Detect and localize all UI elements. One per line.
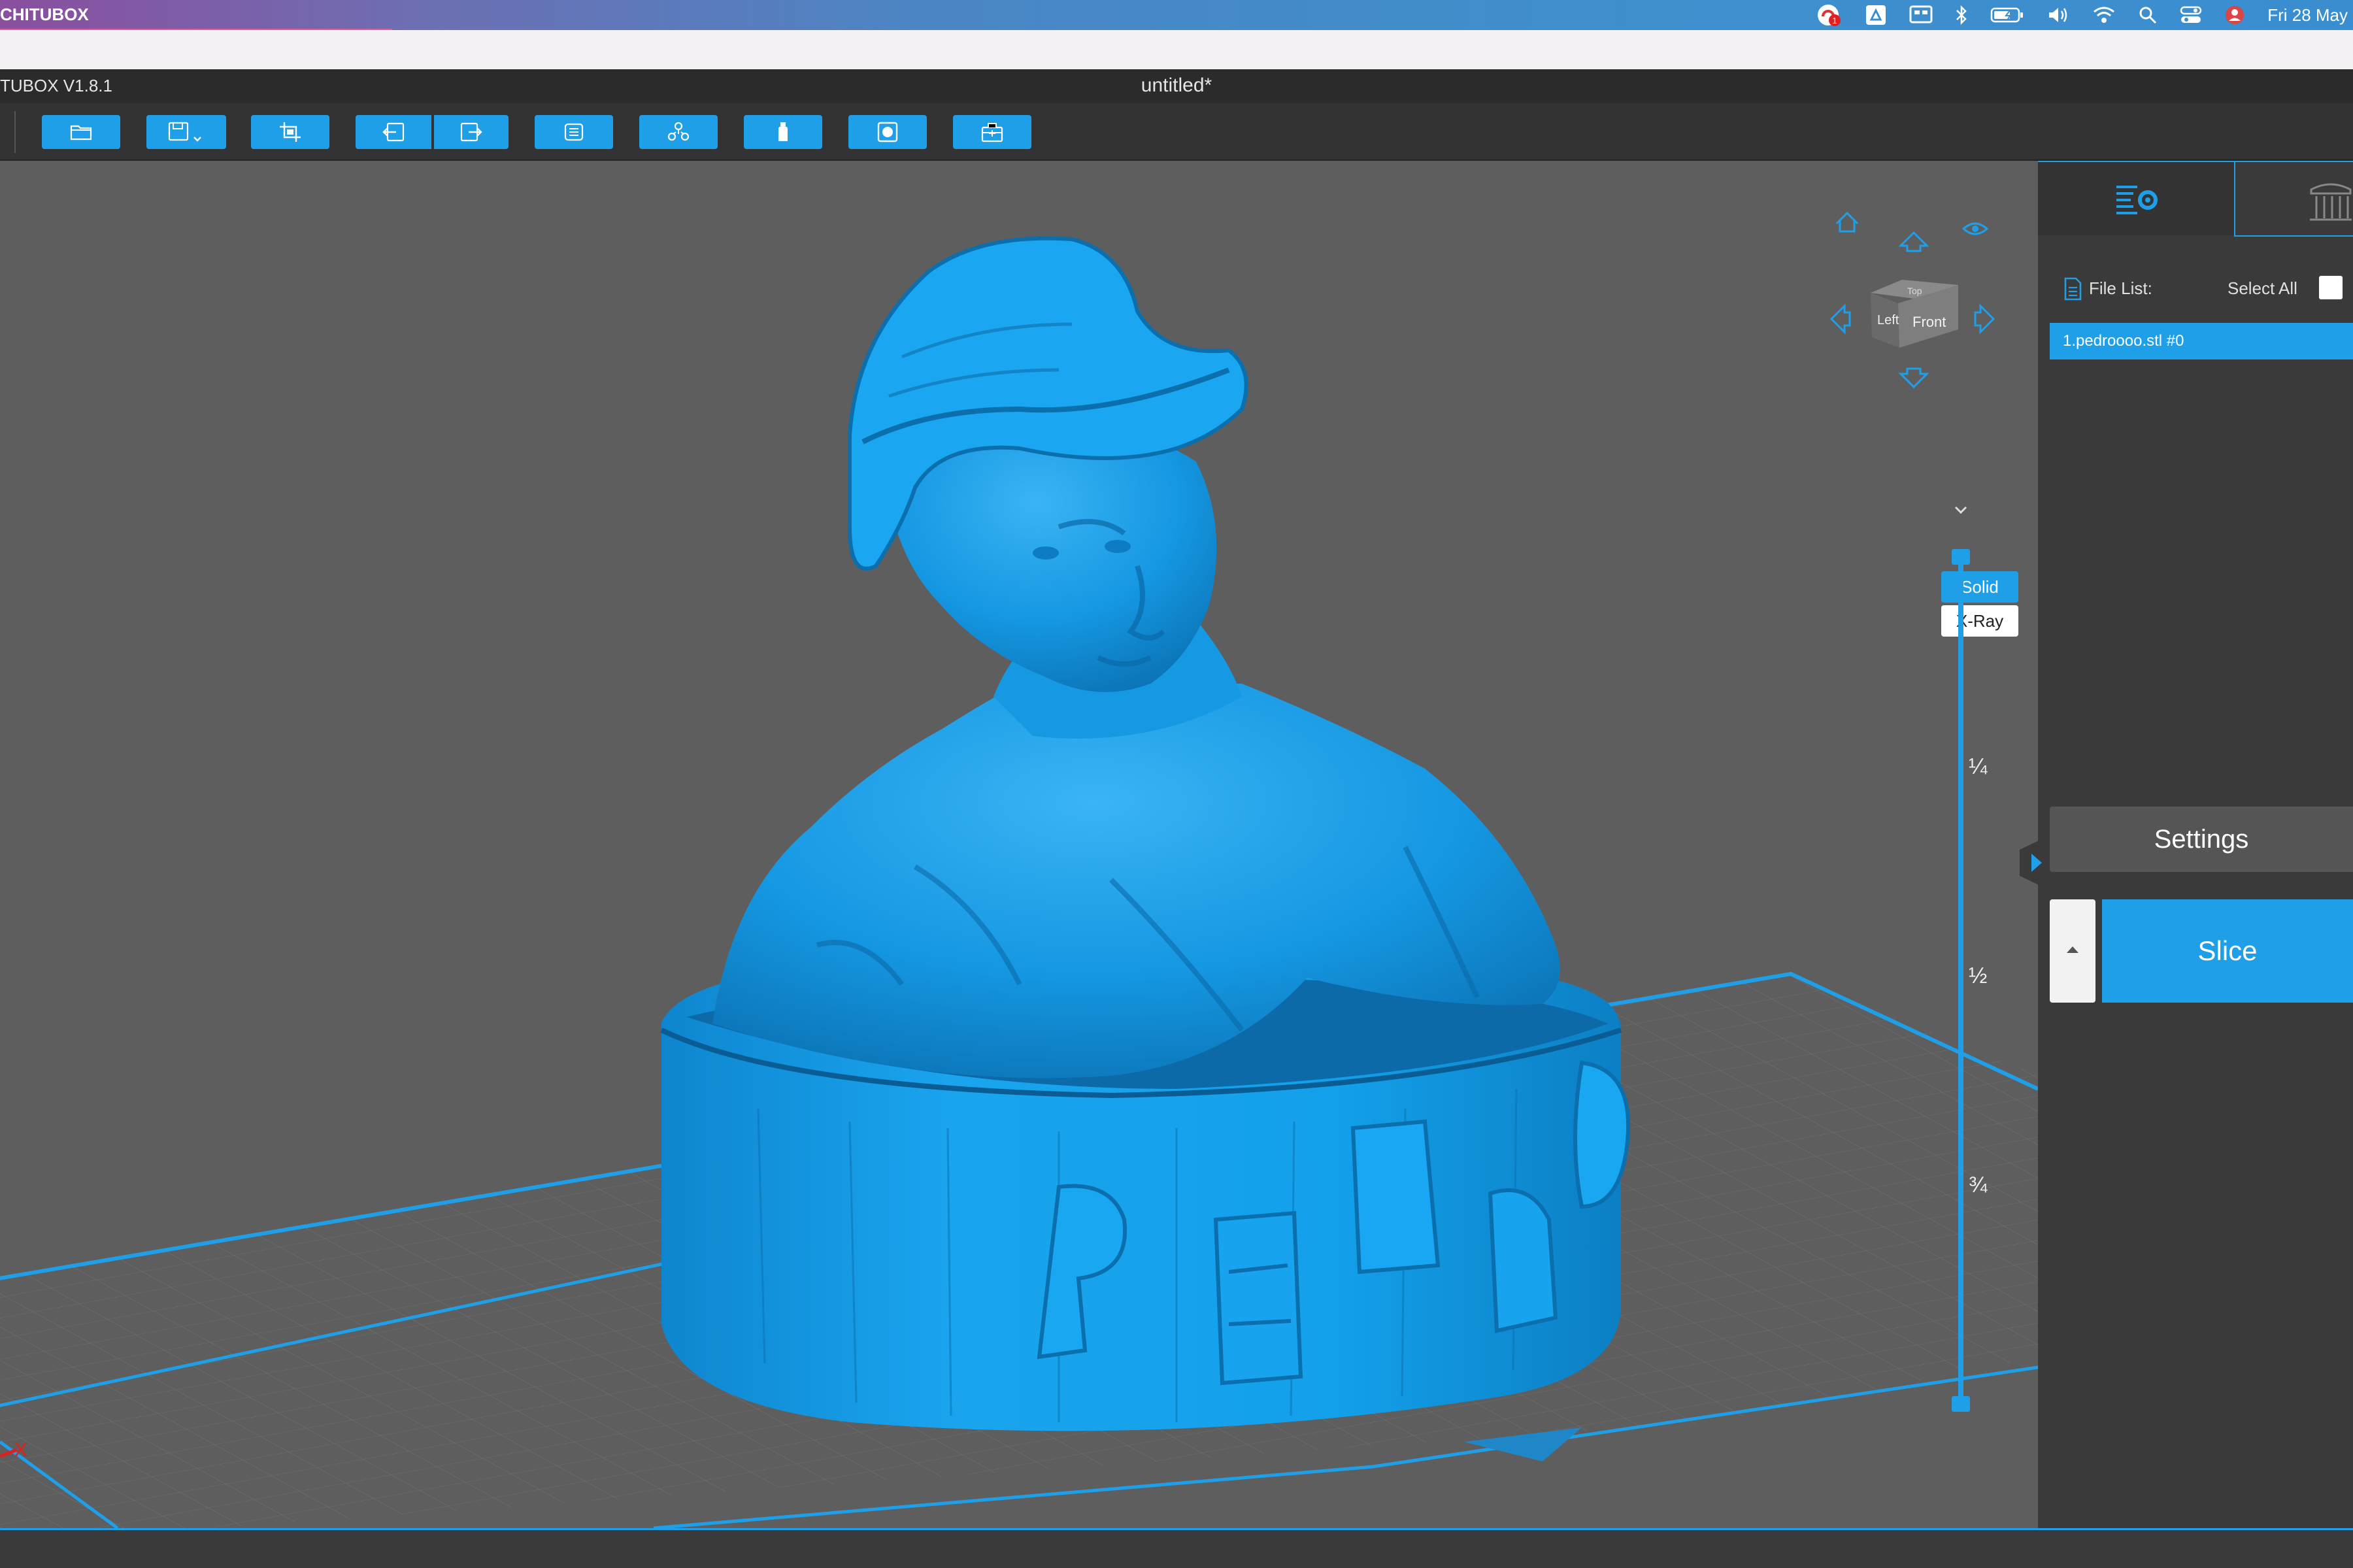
- toolbar-separator: [14, 111, 16, 153]
- supports-button[interactable]: [639, 115, 718, 149]
- package-button[interactable]: [953, 115, 1031, 149]
- slider-top-handle[interactable]: [1952, 549, 1970, 565]
- slider-bottom-handle[interactable]: [1952, 1396, 1970, 1412]
- app-name[interactable]: CHITUBOX: [0, 5, 89, 25]
- clock-date[interactable]: Fri 28 May: [2267, 5, 2348, 25]
- supports-columns-icon: [2310, 183, 2352, 221]
- arrow-right-box-icon: [460, 122, 482, 142]
- slice-button[interactable]: Slice: [2102, 899, 2353, 1003]
- tab-model-settings[interactable]: [2038, 161, 2234, 235]
- folder-icon: [70, 125, 92, 141]
- svg-text:Left: Left: [1877, 313, 1899, 327]
- search-icon[interactable]: [2138, 5, 2158, 25]
- crop-icon: [280, 122, 301, 142]
- control-center-icon[interactable]: [2180, 5, 2202, 25]
- right-panel: File List: Select All 1.pedroooo.stl #0 …: [2020, 161, 2353, 1528]
- drive-icon[interactable]: [1865, 4, 1887, 26]
- layer-mark-quarter: ¼: [1969, 754, 1988, 779]
- bluetooth-icon[interactable]: [1955, 5, 1968, 25]
- panel-tabs: [2038, 161, 2353, 237]
- save-button[interactable]: [146, 115, 226, 149]
- layer-slider[interactable]: [1943, 501, 1982, 1528]
- eye-icon[interactable]: [1961, 222, 1989, 235]
- panel-collapse-toggle[interactable]: [2016, 837, 2047, 889]
- open-file-button[interactable]: [42, 115, 120, 149]
- bottle-button[interactable]: [744, 115, 822, 149]
- notification-icon[interactable]: 1: [1816, 2, 1843, 28]
- arrow-left-box-icon: [382, 122, 405, 142]
- package-icon: [981, 123, 1003, 142]
- layer-mark-half: ½: [1969, 963, 1988, 988]
- file-icon: [2064, 277, 2082, 301]
- user-icon[interactable]: [2224, 5, 2245, 25]
- scene-canvas: X: [0, 236, 2038, 1528]
- file-list-item[interactable]: 1.pedroooo.stl #0: [2050, 323, 2353, 359]
- system-menubar: CHITUBOX 1 Fri 28 May: [0, 0, 2353, 30]
- file-list-header: File List: Select All: [2055, 276, 2343, 302]
- layer-mark-three-quarter: ¾: [1969, 1173, 1988, 1197]
- hollow-icon: [877, 122, 898, 142]
- chevron-down-icon[interactable]: [1954, 506, 1967, 514]
- select-all-checkbox[interactable]: [2319, 276, 2343, 299]
- view-cube[interactable]: Top Left Front: [1871, 280, 1958, 348]
- layers-icon: [564, 123, 584, 141]
- model-head: [848, 236, 1248, 692]
- crop-button[interactable]: [251, 115, 329, 149]
- hollow-button[interactable]: [848, 115, 927, 149]
- rotate-right-icon[interactable]: [1974, 303, 1995, 335]
- status-tray: 1 Fri 28 May: [1816, 0, 2353, 30]
- window-top-strip: [0, 30, 2353, 69]
- bottle-icon: [778, 122, 788, 141]
- slider-track: [1958, 556, 1963, 1405]
- navigation-cube[interactable]: Top Left Front: [1824, 196, 2013, 392]
- status-bar: [0, 1528, 2353, 1568]
- supports-tree-icon: [667, 122, 690, 141]
- app-titlebar: TUBOX V1.8.1 untitled*: [0, 69, 2353, 103]
- settings-button[interactable]: Settings: [2050, 807, 2353, 872]
- tab-supports[interactable]: [2234, 161, 2353, 237]
- caret-up-icon: [2067, 946, 2078, 953]
- 3d-viewport[interactable]: X Top Left Front Solid X-Ray ¼ ½ ¾: [0, 161, 2038, 1528]
- svg-text:X: X: [14, 1439, 27, 1461]
- display-icon[interactable]: [1909, 5, 1933, 25]
- layers-button[interactable]: [535, 115, 613, 149]
- rotate-down-icon[interactable]: [1898, 367, 1929, 389]
- main-toolbar: [0, 103, 2353, 161]
- home-icon[interactable]: [1835, 211, 1859, 233]
- svg-text:1: 1: [1833, 16, 1837, 25]
- slice-options-toggle[interactable]: [2050, 899, 2095, 1003]
- svg-text:Front: Front: [1912, 314, 1946, 330]
- save-icon: [168, 122, 201, 142]
- battery-icon[interactable]: [1990, 7, 2024, 24]
- svg-text:Top: Top: [1907, 286, 1922, 296]
- wifi-icon[interactable]: [2092, 5, 2116, 25]
- import-button[interactable]: [356, 115, 431, 149]
- export-button[interactable]: [434, 115, 509, 149]
- volume-icon[interactable]: [2046, 5, 2070, 25]
- select-all-label: Select All: [2228, 278, 2297, 298]
- rotate-up-icon[interactable]: [1898, 231, 1929, 252]
- file-list-label: File List:: [2089, 278, 2152, 298]
- document-title: untitled*: [1141, 75, 1212, 96]
- rotate-left-icon[interactable]: [1829, 303, 1851, 335]
- list-gear-icon: [2116, 186, 2158, 214]
